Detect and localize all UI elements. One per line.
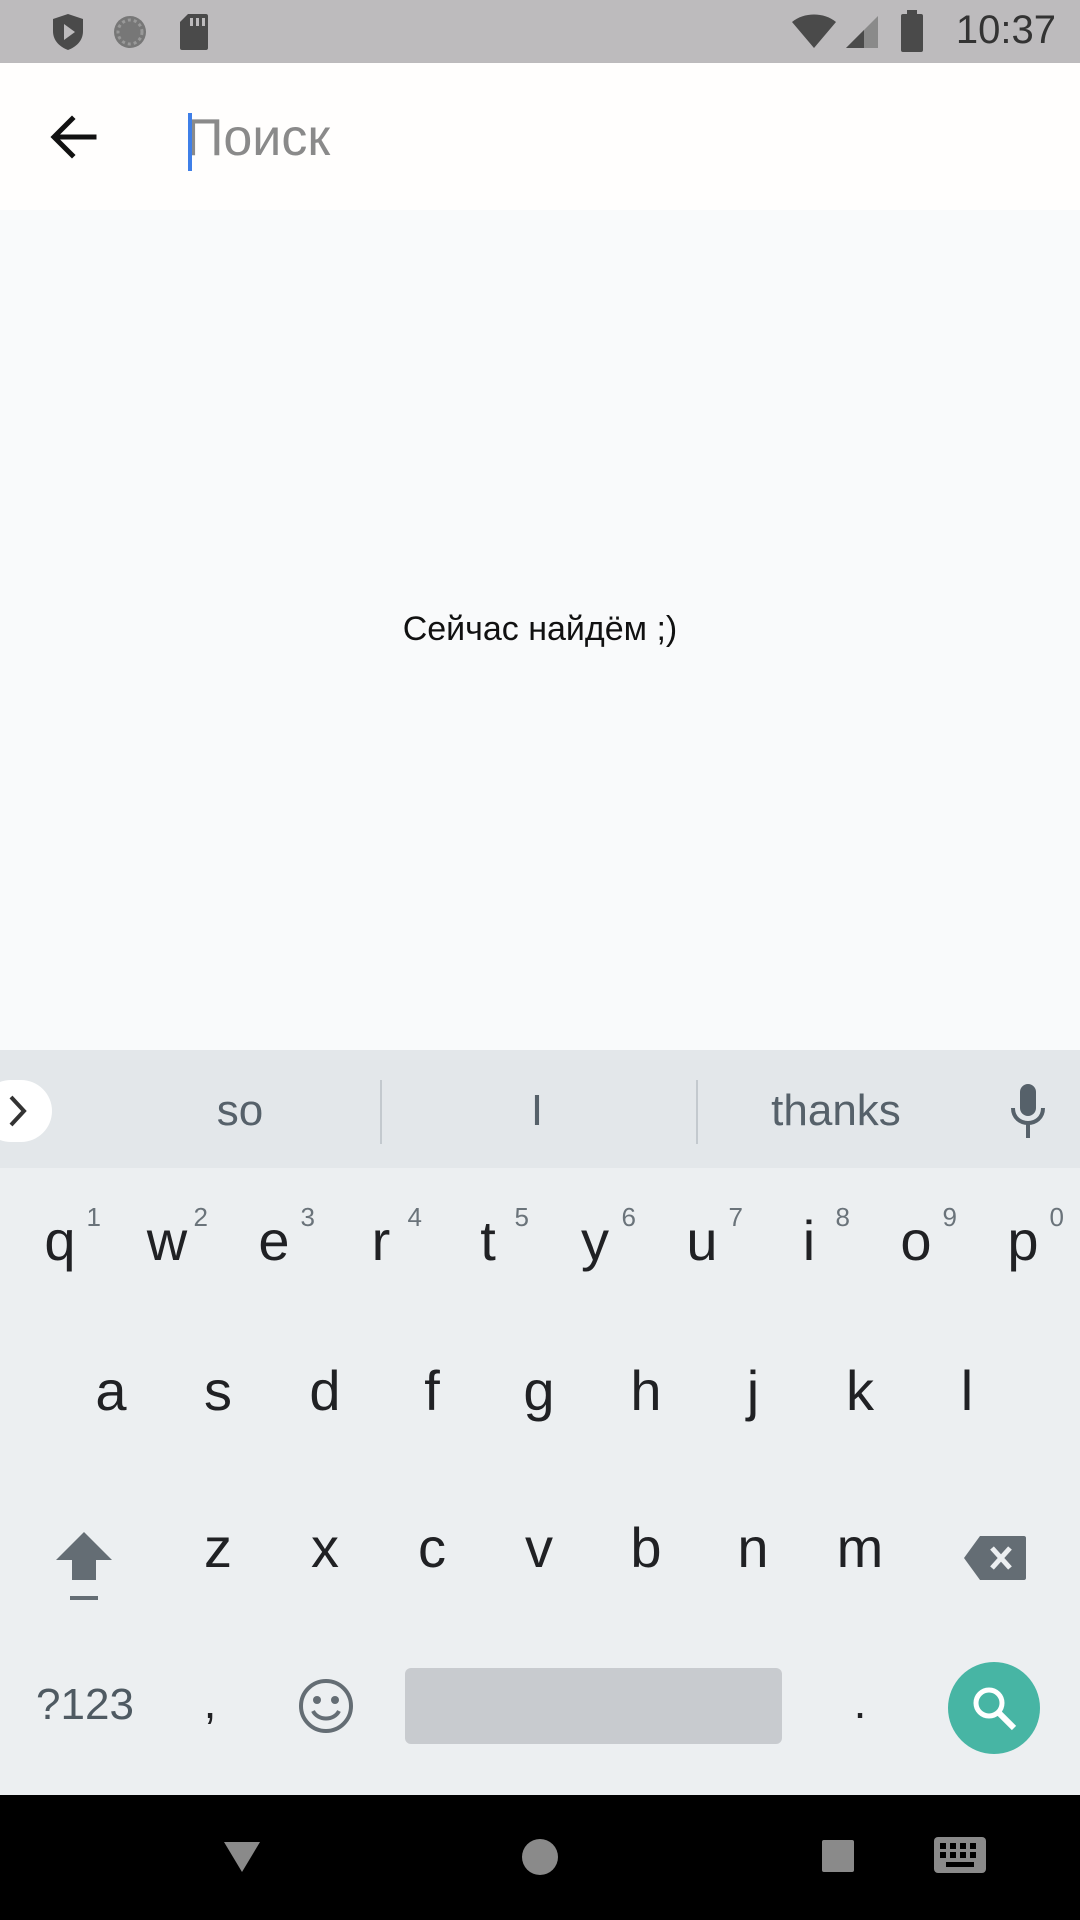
main-content: Сейчас найдём ;) — [0, 210, 1080, 1050]
back-triangle-icon[interactable] — [222, 1840, 262, 1874]
key-a[interactable]: a — [66, 1358, 156, 1423]
key-f[interactable]: f — [387, 1358, 477, 1423]
search-action-button[interactable] — [948, 1662, 1040, 1754]
battery-icon — [901, 10, 923, 52]
key-v[interactable]: v — [494, 1515, 584, 1580]
key-hint: 4 — [407, 1202, 422, 1232]
suggestion-1[interactable]: so — [140, 1086, 340, 1136]
suggestion-2[interactable]: I — [437, 1086, 637, 1136]
key-d[interactable]: d — [280, 1358, 370, 1423]
key-label: i — [802, 1209, 816, 1272]
key-period[interactable]: . — [830, 1675, 890, 1729]
key-z[interactable]: z — [173, 1515, 263, 1580]
key-hint: 8 — [835, 1202, 850, 1232]
expand-toolbar-button[interactable] — [0, 1080, 52, 1142]
chevron-right-icon — [9, 1095, 27, 1127]
status-bar: 10:37 — [0, 0, 1080, 63]
suggestion-strip: so I thanks — [0, 1050, 1080, 1168]
wifi-icon — [792, 14, 836, 48]
key-q[interactable]: q1 — [15, 1202, 105, 1273]
soft-keyboard: so I thanks q1 w2 e3 r4 t5 y6 u7 i8 o9 p… — [0, 1050, 1080, 1795]
key-y[interactable]: y6 — [550, 1202, 640, 1273]
key-m[interactable]: m — [815, 1515, 905, 1580]
key-comma[interactable]: , — [180, 1675, 240, 1729]
symbols-key[interactable]: ?123 — [20, 1680, 150, 1730]
suggestion-divider — [380, 1080, 382, 1144]
key-g[interactable]: g — [494, 1358, 584, 1423]
key-i[interactable]: i8 — [764, 1202, 854, 1273]
key-label: o — [900, 1209, 932, 1272]
key-s[interactable]: s — [173, 1358, 263, 1423]
key-x[interactable]: x — [280, 1515, 370, 1580]
navigation-bar — [0, 1795, 1080, 1920]
shield-play-icon — [53, 14, 83, 50]
key-hint: 6 — [621, 1202, 636, 1232]
key-c[interactable]: c — [387, 1515, 477, 1580]
key-t[interactable]: t5 — [443, 1202, 533, 1273]
key-label: w — [146, 1209, 188, 1272]
key-p[interactable]: p0 — [978, 1202, 1068, 1273]
key-k[interactable]: k — [815, 1358, 905, 1423]
key-hint: 0 — [1049, 1202, 1064, 1232]
key-label: y — [581, 1209, 609, 1272]
signal-icon — [846, 16, 878, 48]
empty-state-message: Сейчас найдём ;) — [402, 610, 678, 648]
suggestion-divider — [696, 1080, 698, 1144]
key-hint: 1 — [86, 1202, 101, 1232]
key-label: p — [1007, 1209, 1039, 1272]
suggestion-3[interactable]: thanks — [736, 1086, 936, 1136]
key-e[interactable]: e3 — [229, 1202, 319, 1273]
microphone-icon[interactable] — [1008, 1082, 1048, 1140]
key-l[interactable]: l — [922, 1358, 1012, 1423]
key-label: q — [44, 1209, 76, 1272]
key-hint: 5 — [514, 1202, 529, 1232]
key-u[interactable]: u7 — [657, 1202, 747, 1273]
key-hint: 3 — [300, 1202, 315, 1232]
key-hint: 7 — [728, 1202, 743, 1232]
status-time: 10:37 — [955, 8, 1056, 52]
shift-icon[interactable] — [52, 1528, 116, 1604]
sd-card-icon — [180, 14, 208, 50]
keyboard-icon[interactable] — [932, 1835, 988, 1875]
key-b[interactable]: b — [601, 1515, 691, 1580]
search-toolbar — [0, 63, 1080, 210]
back-arrow-icon[interactable] — [44, 107, 104, 167]
key-label: e — [258, 1209, 290, 1272]
search-input[interactable] — [186, 103, 1006, 173]
key-r[interactable]: r4 — [336, 1202, 426, 1273]
key-hint: 2 — [193, 1202, 208, 1232]
key-w[interactable]: w2 — [122, 1202, 212, 1273]
key-h[interactable]: h — [601, 1358, 691, 1423]
key-label: t — [480, 1209, 496, 1272]
key-label: u — [686, 1209, 718, 1272]
key-o[interactable]: o9 — [871, 1202, 961, 1273]
home-circle-icon[interactable] — [520, 1837, 560, 1877]
space-bar[interactable] — [405, 1668, 782, 1744]
key-hint: 9 — [942, 1202, 957, 1232]
search-icon — [973, 1687, 1017, 1731]
key-label: r — [371, 1209, 391, 1272]
recents-square-icon[interactable] — [820, 1838, 856, 1874]
key-j[interactable]: j — [708, 1358, 798, 1423]
sync-circle-icon — [114, 16, 146, 48]
key-n[interactable]: n — [708, 1515, 798, 1580]
backspace-icon[interactable] — [962, 1534, 1028, 1582]
emoji-icon[interactable] — [296, 1676, 356, 1736]
text-cursor — [188, 113, 192, 171]
